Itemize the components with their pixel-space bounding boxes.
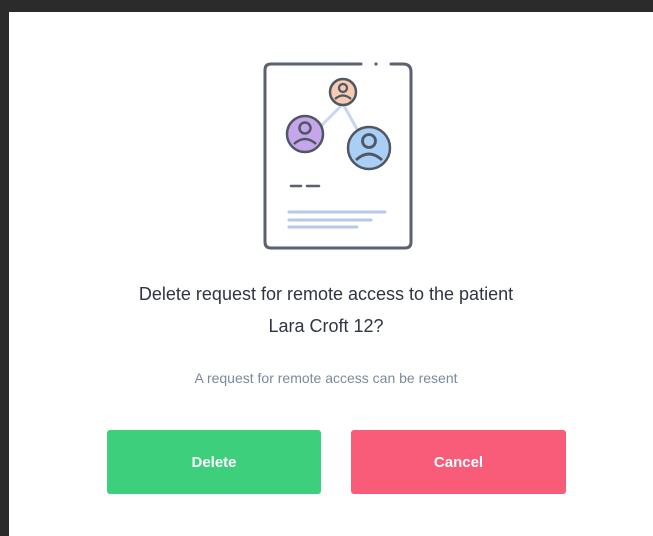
backdrop-overlay-top	[0, 0, 653, 12]
dialog-subtitle: A request for remote access can be resen…	[194, 370, 458, 386]
cancel-button[interactable]: Cancel	[351, 430, 566, 494]
dialog-title-line-2: Lara Croft 12?	[268, 316, 384, 336]
patient-network-document-icon	[263, 62, 413, 250]
dialog-title-line-1: Delete request for remote access to the …	[138, 284, 514, 304]
screen: Delete request for remote access to the …	[0, 0, 653, 536]
delete-button[interactable]: Delete	[107, 430, 321, 494]
backdrop-overlay	[0, 0, 9, 536]
dialog-title: Delete request for remote access to the …	[0, 278, 652, 342]
